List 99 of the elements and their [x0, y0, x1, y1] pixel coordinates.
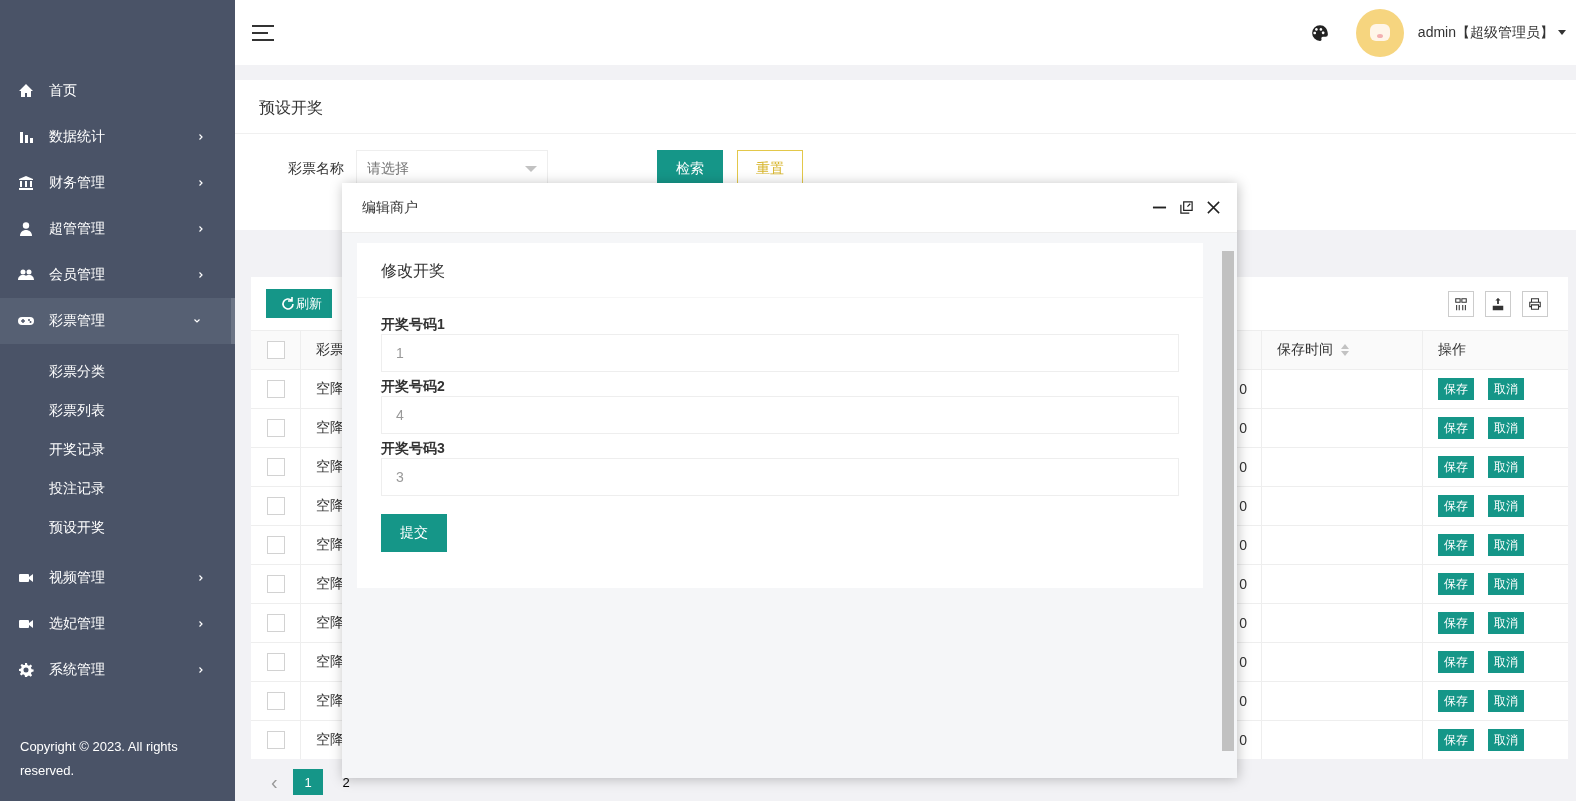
field-label: 开奖号码1	[381, 315, 445, 334]
user-name[interactable]: admin【超级管理员】	[1417, 23, 1554, 42]
save-button[interactable]: 保存	[1438, 495, 1474, 517]
page-title: 预设开奖	[235, 80, 1576, 134]
home-icon	[18, 83, 34, 99]
cancel-button[interactable]: 取消	[1488, 495, 1524, 517]
sidebar-item[interactable]: 数据统计	[0, 114, 235, 160]
checkbox[interactable]	[266, 419, 285, 437]
export-icon[interactable]	[1485, 290, 1511, 317]
table-cell: 0	[1239, 537, 1247, 553]
copyright-text: Copyright © 2023. All rights reserved.	[19, 738, 179, 780]
table-cell: 0	[1239, 498, 1247, 514]
print-icon[interactable]	[1522, 290, 1548, 317]
save-button[interactable]: 保存	[1438, 729, 1474, 751]
save-button[interactable]: 保存	[1438, 456, 1474, 478]
column-header: 操作	[1437, 340, 1467, 359]
table-cell: 0	[1239, 654, 1247, 670]
sidebar-item[interactable]: 会员管理	[0, 252, 235, 298]
user-icon	[18, 221, 34, 237]
cancel-button[interactable]: 取消	[1488, 417, 1524, 439]
settings-icon	[18, 662, 34, 678]
page-button[interactable]: 1	[293, 769, 323, 795]
cancel-button[interactable]: 取消	[1488, 729, 1524, 751]
checkbox[interactable]	[266, 653, 285, 671]
cancel-button[interactable]: 取消	[1488, 456, 1524, 478]
chevron-down-icon	[193, 317, 201, 325]
chevron-right-icon	[197, 620, 205, 628]
table-cell: 0	[1239, 693, 1247, 709]
avatar[interactable]	[1355, 8, 1404, 57]
column-header[interactable]: 保存时间	[1277, 341, 1333, 359]
save-button[interactable]: 保存	[1438, 651, 1474, 673]
cancel-button[interactable]: 取消	[1488, 690, 1524, 712]
input-field[interactable]: 1	[381, 334, 1179, 372]
table-cell: 0	[1239, 615, 1247, 631]
close-icon[interactable]	[1206, 200, 1221, 215]
dropdown-caret-icon	[525, 166, 537, 172]
sidebar-item[interactable]: 视频管理	[0, 555, 235, 601]
checkbox[interactable]	[266, 458, 285, 476]
checkbox[interactable]	[266, 614, 285, 632]
bar-chart-icon	[18, 129, 34, 145]
save-button[interactable]: 保存	[1438, 573, 1474, 595]
submit-button[interactable]: 提交	[381, 514, 447, 552]
sidebar-subitem[interactable]: 投注记录	[0, 469, 235, 508]
save-button[interactable]: 保存	[1438, 612, 1474, 634]
table-cell: 0	[1239, 576, 1247, 592]
dialog-title: 编辑商户	[362, 198, 418, 217]
cancel-button[interactable]: 取消	[1488, 612, 1524, 634]
table-cell: 0	[1239, 459, 1247, 475]
chevron-right-icon	[197, 666, 205, 674]
table-cell: 0	[1239, 732, 1247, 748]
sidebar-subitem[interactable]: 预设开奖	[0, 508, 235, 547]
cancel-button[interactable]: 取消	[1488, 378, 1524, 400]
sidebar-item[interactable]: 超管管理	[0, 206, 235, 252]
cancel-button[interactable]: 取消	[1488, 651, 1524, 673]
table-cell: 0	[1239, 420, 1247, 436]
card-title: 修改开奖	[357, 243, 1203, 298]
sidebar-subitem[interactable]: 开奖记录	[0, 430, 235, 469]
save-button[interactable]: 保存	[1438, 534, 1474, 556]
sidebar-subitem[interactable]: 彩票分类	[0, 352, 235, 391]
chevron-right-icon	[197, 225, 205, 233]
input-field[interactable]: 4	[381, 396, 1179, 434]
sidebar-item[interactable]: 彩票管理	[0, 298, 235, 344]
columns-icon[interactable]	[1448, 290, 1474, 317]
field-label: 开奖号码2	[381, 377, 445, 396]
filter-label: 彩票名称	[288, 160, 344, 178]
checkbox[interactable]	[266, 536, 285, 554]
caret-icon	[1558, 30, 1566, 35]
refresh-button[interactable]: 刷新	[266, 289, 332, 318]
page-button[interactable]: 2	[331, 769, 361, 795]
sidebar-item[interactable]: 系统管理	[0, 647, 235, 693]
chevron-right-icon	[197, 574, 205, 582]
bank-icon	[18, 175, 34, 191]
users-icon	[18, 267, 34, 283]
save-button[interactable]: 保存	[1438, 417, 1474, 439]
maximize-icon[interactable]	[1179, 200, 1194, 215]
input-field[interactable]: 3	[381, 458, 1179, 496]
checkbox[interactable]	[266, 731, 285, 749]
checkbox[interactable]	[266, 380, 285, 398]
save-button[interactable]: 保存	[1438, 378, 1474, 400]
palette-icon[interactable]	[1310, 23, 1329, 42]
table-cell: 0	[1239, 381, 1247, 397]
checkbox[interactable]	[266, 575, 285, 593]
chevron-right-icon	[197, 133, 205, 141]
cancel-button[interactable]: 取消	[1488, 534, 1524, 556]
menu-icon[interactable]	[252, 24, 274, 41]
checkbox[interactable]	[266, 497, 285, 515]
sidebar-item[interactable]: 首页	[0, 68, 235, 114]
checkbox[interactable]	[266, 692, 285, 710]
save-button[interactable]: 保存	[1438, 690, 1474, 712]
cancel-button[interactable]: 取消	[1488, 573, 1524, 595]
refresh-icon	[280, 295, 296, 312]
prev-page-button[interactable]: ‹	[271, 770, 285, 794]
chevron-right-icon	[197, 179, 205, 187]
sidebar-item[interactable]: 财务管理	[0, 160, 235, 206]
sidebar-item[interactable]: 选妃管理	[0, 601, 235, 647]
checkbox[interactable]	[266, 341, 285, 359]
chevron-right-icon	[197, 271, 205, 279]
sidebar-subitem[interactable]: 彩票列表	[0, 391, 235, 430]
sort-icon[interactable]	[1341, 344, 1349, 356]
